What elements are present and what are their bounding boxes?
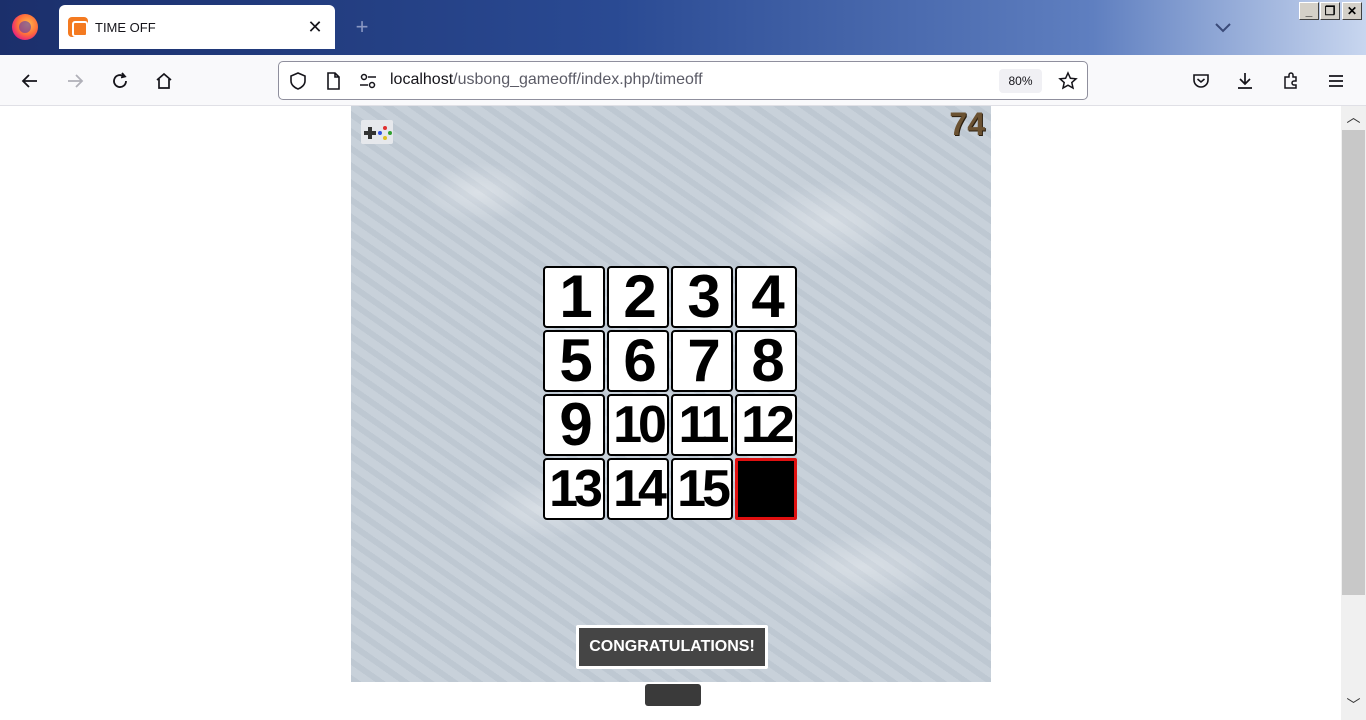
puzzle-tile[interactable]: 6 — [607, 330, 669, 392]
controller-button-blue — [378, 131, 382, 135]
bookmark-star-icon[interactable] — [1058, 71, 1078, 91]
puzzle-tile[interactable]: 9 — [543, 394, 605, 456]
puzzle-tile[interactable]: 11 — [671, 394, 733, 456]
tile-number: 4 — [751, 266, 784, 328]
tile-number: 12 — [741, 396, 795, 454]
page-info-icon[interactable] — [323, 71, 343, 91]
tab-time-off[interactable]: TIME OFF ✕ — [59, 5, 335, 49]
puzzle-tile[interactable]: 7 — [671, 330, 733, 392]
puzzle-tile[interactable]: 2 — [607, 266, 669, 328]
tile-number: 2 — [623, 266, 656, 328]
firefox-logo-icon[interactable] — [12, 14, 38, 40]
congratulations-button[interactable]: CONGRATULATIONS! — [576, 625, 768, 669]
tile-number: 9 — [559, 394, 592, 456]
restore-button[interactable]: ❐ — [1320, 2, 1340, 20]
controller-button-red — [383, 126, 387, 130]
puzzle-tile[interactable]: 8 — [735, 330, 797, 392]
pocket-button[interactable] — [1186, 66, 1216, 96]
tile-number: 1 — [559, 266, 592, 328]
dpad-vertical — [368, 127, 372, 139]
minimize-button[interactable]: _ — [1299, 2, 1319, 20]
extensions-button[interactable] — [1276, 66, 1306, 96]
puzzle-tile[interactable]: 1 — [543, 266, 605, 328]
pocket-icon — [1193, 74, 1209, 88]
forward-arrow-icon — [68, 74, 84, 88]
downloads-button[interactable] — [1230, 66, 1260, 96]
reload-icon — [113, 72, 127, 88]
new-tab-button[interactable]: + — [350, 15, 374, 39]
page-viewport: 74 1 2 3 4 5 6 7 8 9 10 11 12 13 14 15 CONGRATULATIONS… — [0, 106, 1341, 720]
home-icon — [156, 72, 172, 89]
back-button[interactable] — [15, 66, 45, 96]
puzzle-board: 1 2 3 4 5 6 7 8 9 10 11 12 13 14 15 — [543, 266, 799, 522]
puzzle-tile[interactable]: 14 — [607, 458, 669, 520]
puzzle-tile[interactable]: 10 — [607, 394, 669, 456]
scroll-down-arrow-icon[interactable]: ﹀ — [1341, 694, 1366, 716]
url-host: localhost — [390, 71, 454, 88]
tile-number: 14 — [613, 460, 667, 518]
url-path: /usbong_gameoff/index.php/timeoff — [453, 71, 703, 88]
permissions-icon[interactable] — [358, 71, 378, 91]
tile-number: 3 — [687, 266, 720, 328]
puzzle-piece-icon — [1284, 72, 1297, 89]
tile-number: 8 — [751, 330, 784, 392]
tile-number: 6 — [623, 330, 656, 392]
scroll-up-arrow-icon[interactable]: ︿ — [1341, 106, 1366, 128]
title-bar: TIME OFF ✕ + _ ❐ ✕ — [0, 0, 1366, 55]
hamburger-menu-icon — [1329, 75, 1343, 87]
score-counter: 74 — [949, 106, 985, 142]
tab-title: TIME OFF — [95, 19, 156, 35]
navigation-toolbar: localhost/usbong_gameoff/index.php/timeo… — [0, 55, 1366, 106]
xampp-favicon-icon — [68, 17, 88, 37]
tab-close-icon[interactable]: ✕ — [303, 15, 327, 39]
menu-button[interactable] — [1321, 66, 1351, 96]
home-button[interactable] — [149, 66, 179, 96]
puzzle-tile[interactable]: 4 — [735, 266, 797, 328]
vertical-scrollbar[interactable]: ︿ ﹀ — [1341, 106, 1366, 720]
tile-number: 5 — [559, 330, 592, 392]
controller-icon[interactable] — [361, 120, 393, 144]
url-bar[interactable]: localhost/usbong_gameoff/index.php/timeo… — [278, 61, 1088, 100]
tile-number: 13 — [549, 460, 603, 518]
puzzle-tile[interactable]: 3 — [671, 266, 733, 328]
tracking-protection-shield-icon[interactable] — [288, 71, 308, 91]
tile-number: 11 — [678, 396, 730, 454]
forward-button[interactable] — [60, 66, 90, 96]
controller-button-yellow — [383, 136, 387, 140]
tile-number: 15 — [677, 460, 731, 518]
puzzle-tile[interactable]: 13 — [543, 458, 605, 520]
puzzle-tile[interactable]: 15 — [671, 458, 733, 520]
game-canvas[interactable]: 74 1 2 3 4 5 6 7 8 9 10 11 12 13 14 15 CONGRATULATIONS… — [351, 106, 991, 682]
puzzle-tile[interactable]: 12 — [735, 394, 797, 456]
window-close-button[interactable]: ✕ — [1342, 2, 1362, 20]
controller-button-green — [388, 131, 392, 135]
list-all-tabs-chevron-icon[interactable] — [1211, 15, 1235, 39]
puzzle-tile[interactable]: 5 — [543, 330, 605, 392]
download-icon — [1238, 73, 1252, 89]
scroll-thumb[interactable] — [1342, 130, 1365, 595]
zoom-level-button[interactable]: 80% — [999, 69, 1042, 93]
back-arrow-icon — [21, 74, 37, 88]
empty-tile[interactable] — [735, 458, 797, 520]
tile-number: 10 — [613, 396, 667, 454]
url-text[interactable]: localhost/usbong_gameoff/index.php/timeo… — [390, 71, 703, 89]
tile-number: 7 — [687, 330, 720, 392]
reload-button[interactable] — [105, 66, 135, 96]
bottom-bar-button[interactable] — [645, 684, 701, 706]
